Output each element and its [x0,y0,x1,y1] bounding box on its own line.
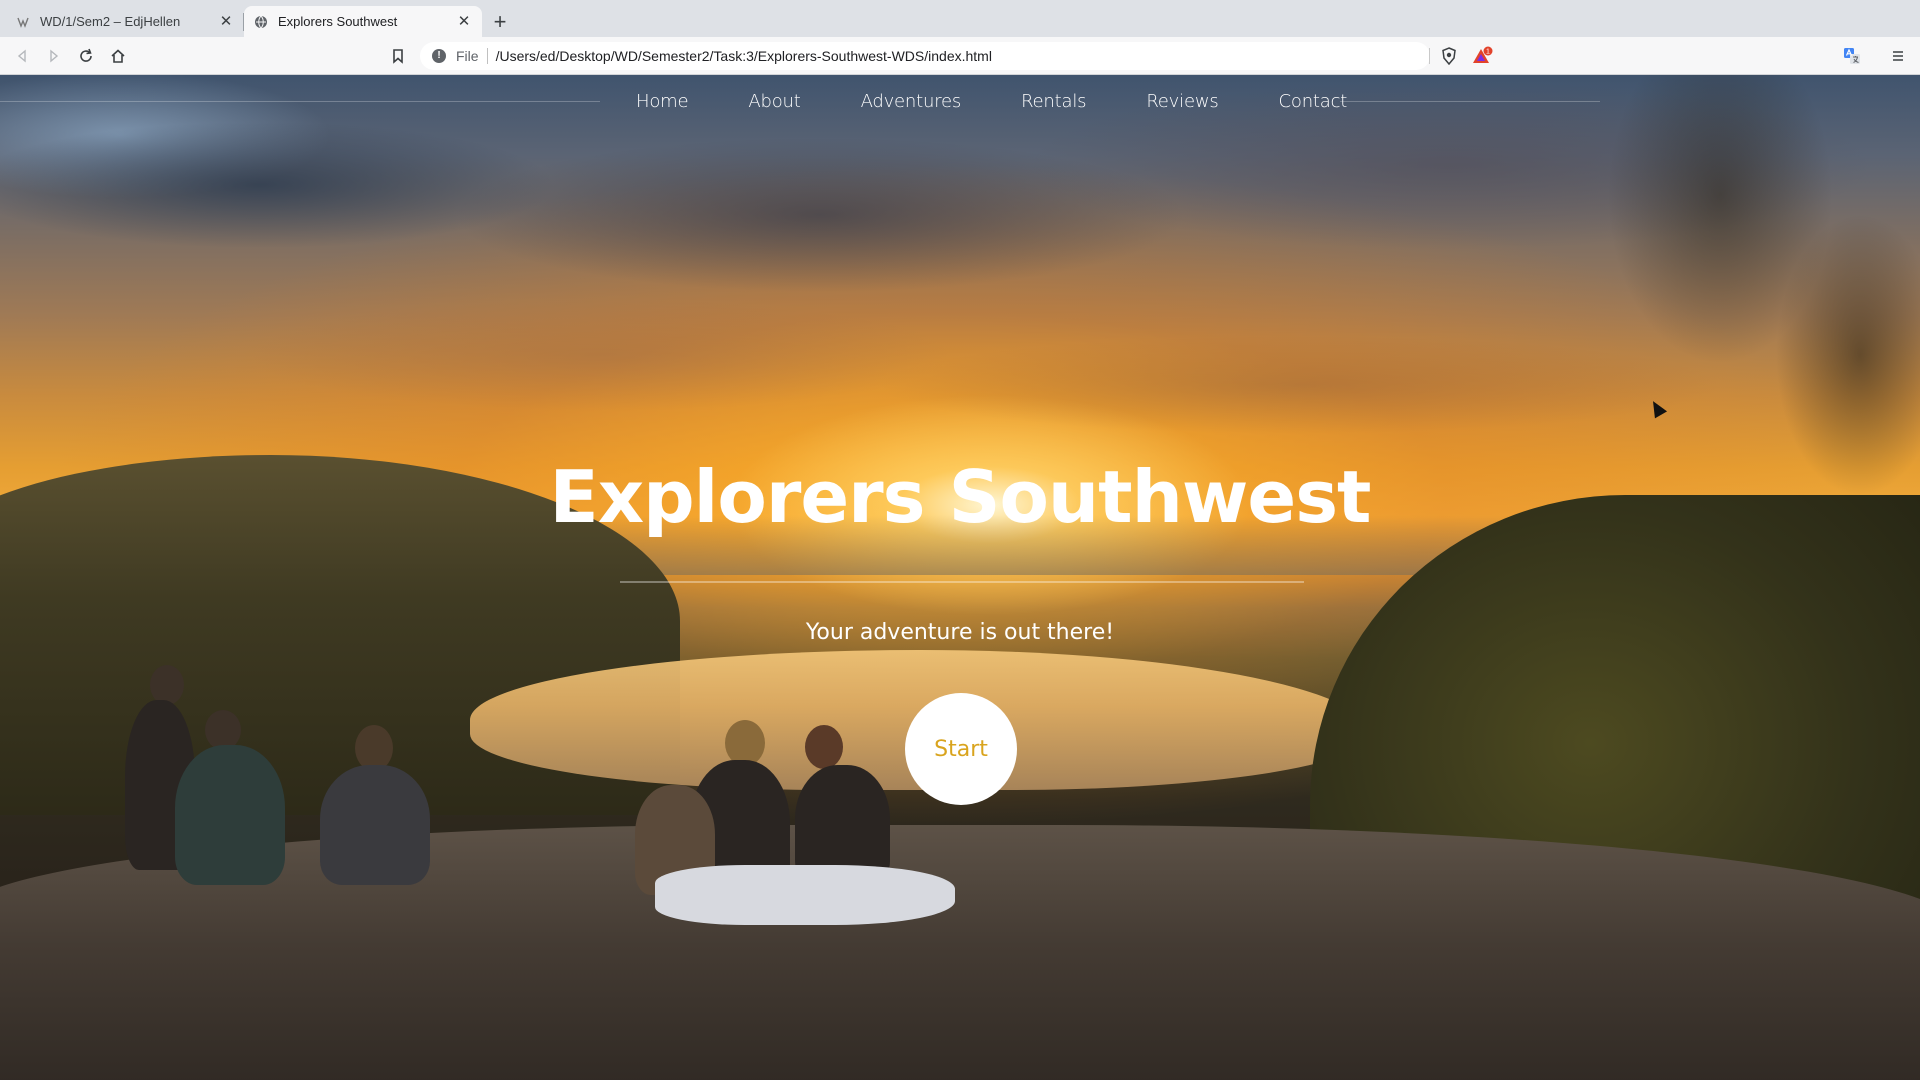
new-tab-button[interactable]: + [488,10,512,34]
tab-close-icon[interactable]: ✕ [456,13,472,30]
translate-icon[interactable] [1840,44,1864,68]
notification-badge: 1 [1486,49,1490,56]
nav-link-home[interactable]: Home [606,87,718,117]
tab-title: WD/1/Sem2 – EdjHellen [40,14,181,29]
forward-icon[interactable] [42,44,66,68]
tab-wd-sem2[interactable]: WD/1/Sem2 – EdjHellen ✕ [6,6,244,37]
nav-divider-right [1340,101,1600,102]
nav-link-reviews[interactable]: Reviews [1116,87,1248,117]
hero-title: Explorers Southwest [549,455,1372,539]
nav-link-contact[interactable]: Contact [1249,87,1378,117]
info-icon[interactable]: ! [432,49,446,63]
menu-icon[interactable] [1886,44,1910,68]
globe-icon [254,15,268,29]
wordpress-favicon-icon [16,15,30,29]
address-bar[interactable]: ! File /Users/ed/Desktop/WD/Semester2/Ta… [420,42,1430,70]
hero-subtitle: Your adventure is out there! [805,620,1115,645]
tab-title: Explorers Southwest [278,14,398,29]
address-url[interactable]: /Users/ed/Desktop/WD/Semester2/Task:3/Ex… [496,48,992,64]
tab-close-icon[interactable]: ✕ [218,13,234,30]
bookmark-icon[interactable] [386,44,410,68]
address-divider [486,48,488,64]
hikers-silhouettes [95,665,955,925]
hero-divider [620,581,1304,583]
tab-explorers-southwest[interactable]: Explorers Southwest ✕ [244,6,482,37]
nav-link-adventures[interactable]: Adventures [831,87,991,117]
browser-toolbar: ! File /Users/ed/Desktop/WD/Semester2/Ta… [0,37,1920,75]
nav-list: Home About Adventures Rentals Reviews Co… [606,87,1377,117]
home-icon[interactable] [106,44,130,68]
toolbar-divider [1429,48,1430,64]
nav-divider-left [0,101,600,102]
start-button[interactable]: Start [905,693,1017,805]
address-scheme: File [456,48,479,64]
hero-background-image [0,75,1920,1080]
brave-rewards-icon[interactable]: 1 [1471,44,1495,68]
nav-link-rentals[interactable]: Rentals [991,87,1116,117]
reload-icon[interactable] [74,44,98,68]
brave-shield-icon[interactable] [1437,44,1461,68]
main-nav: Home About Adventures Rentals Reviews Co… [0,75,1920,155]
page-viewport: Home About Adventures Rentals Reviews Co… [0,75,1920,1080]
back-icon[interactable] [10,44,34,68]
nav-link-about[interactable]: About [718,87,830,117]
tab-bar: WD/1/Sem2 – EdjHellen ✕ Explorers Southw… [0,0,1920,37]
